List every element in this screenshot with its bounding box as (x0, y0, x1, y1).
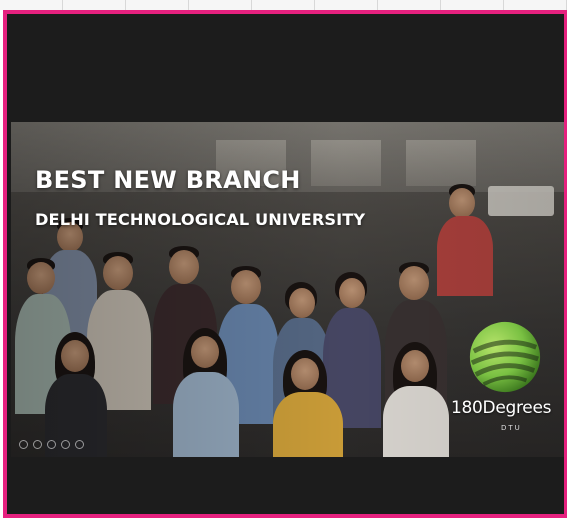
settings-icon[interactable] (47, 440, 56, 449)
top-grid-strip (0, 0, 567, 10)
globe-logo-icon (469, 321, 541, 393)
play-icon[interactable] (19, 440, 28, 449)
player-controls (19, 440, 84, 449)
video-frame: BEST NEW BRANCH DELHI TECHNOLOGICAL UNIV… (3, 10, 567, 518)
fullscreen-icon[interactable] (75, 440, 84, 449)
logo-subtext: DTU (501, 424, 522, 432)
video-player[interactable]: BEST NEW BRANCH DELHI TECHNOLOGICAL UNIV… (11, 122, 564, 457)
video-title: BEST NEW BRANCH (35, 166, 301, 194)
captions-icon[interactable] (61, 440, 70, 449)
video-subtitle: DELHI TECHNOLOGICAL UNIVERSITY (35, 210, 366, 229)
logo-wordmark: 180Degrees (451, 398, 552, 418)
volume-icon[interactable] (33, 440, 42, 449)
